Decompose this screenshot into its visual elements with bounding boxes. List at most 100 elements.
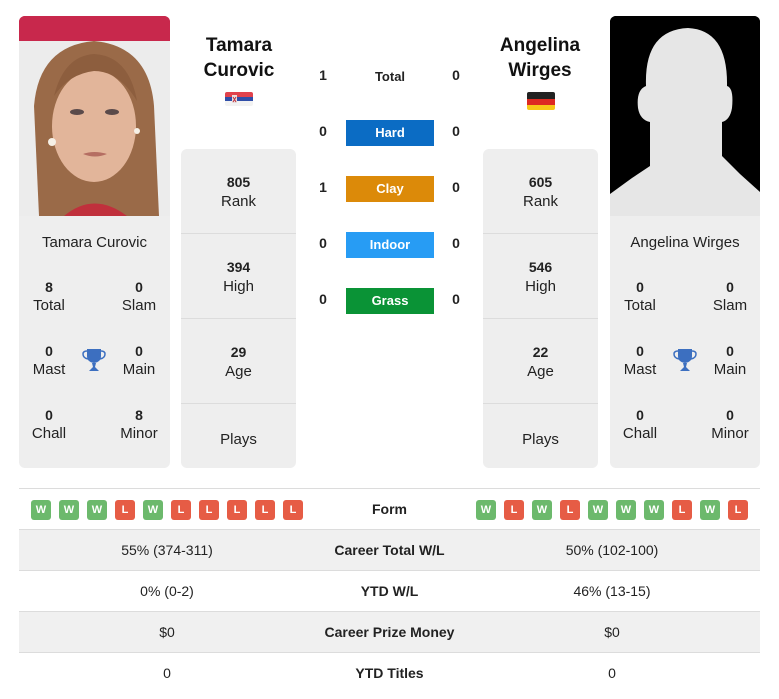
player2-ytd-wl: 46% (13-15)	[573, 583, 651, 599]
form-loss-badge[interactable]: L	[115, 500, 135, 520]
form-loss-badge[interactable]: L	[171, 500, 191, 520]
last-name: Curovic	[203, 60, 275, 81]
form-win-badge[interactable]: W	[143, 500, 163, 520]
player1-card: Tamara Curovic 8 Total 0 Slam 0 Mast 0 M…	[19, 16, 170, 468]
player1-titles-chall: 0 Chall	[19, 406, 79, 444]
value: 0	[726, 407, 734, 423]
player2-career-wl: 50% (102-100)	[565, 542, 659, 558]
surface-hard-button[interactable]: Hard	[346, 120, 434, 146]
value: 394	[226, 259, 251, 275]
h2h-total-p2: 0	[452, 67, 460, 83]
h2h-indoor-p2: 0	[452, 235, 460, 251]
label: Age	[527, 363, 554, 380]
label: Slam	[121, 297, 157, 314]
form-win-badge[interactable]: W	[588, 500, 608, 520]
player1-name-link[interactable]: Tamara Curovic	[164, 33, 314, 83]
surface-grass-button[interactable]: Grass	[346, 288, 434, 314]
h2h-grass-p1: 0	[319, 291, 327, 307]
label: Total	[624, 297, 656, 314]
label: Main	[713, 361, 747, 378]
value: 0	[45, 407, 53, 423]
label: Mast	[623, 361, 657, 378]
form-win-badge[interactable]: W	[31, 500, 51, 520]
label: Minor	[711, 425, 749, 442]
h2h-indoor-p1: 0	[319, 235, 327, 251]
h2h-grass-p2: 0	[452, 291, 460, 307]
h2h-hard-p2: 0	[452, 123, 460, 139]
value: 546	[528, 259, 553, 275]
form-win-badge[interactable]: W	[700, 500, 720, 520]
form-loss-badge[interactable]: L	[255, 500, 275, 520]
form-loss-badge[interactable]: L	[728, 500, 748, 520]
comparison-table: WWWLWLLLLL Form WLWLWWWLWL 55% (374-311)…	[19, 488, 760, 694]
label: Minor	[120, 425, 158, 442]
form-loss-badge[interactable]: L	[504, 500, 524, 520]
serbia-flag-icon	[225, 92, 253, 106]
form-loss-badge[interactable]: L	[199, 500, 219, 520]
player2-rank-panel: 605 Rank 546 High 22 Age Plays	[483, 149, 598, 468]
label: Mast	[32, 361, 66, 378]
surface-indoor-button[interactable]: Indoor	[346, 232, 434, 258]
player1-prize-money: $0	[159, 624, 175, 640]
player1-card-name: Tamara Curovic	[41, 234, 148, 251]
player2-titles-total: 0 Total	[610, 278, 670, 316]
player1-titles-total: 8 Total	[19, 278, 79, 316]
player1-titles-mast: 0 Mast	[19, 342, 79, 380]
h2h-total-p1: 1	[319, 67, 327, 83]
trophy-icon	[673, 347, 697, 373]
value: 805	[226, 174, 251, 190]
value: 0	[636, 407, 644, 423]
prize-money-row: $0 Career Prize Money $0	[19, 612, 760, 653]
label: Main	[122, 361, 156, 378]
player2-photo[interactable]	[610, 16, 760, 216]
player1-form: WWWLWLLLLL	[31, 500, 303, 520]
value: 22	[532, 344, 549, 360]
silhouette-placeholder-icon	[610, 16, 760, 216]
player2-card: Angelina Wirges 0 Total 0 Slam 0 Mast 0 …	[610, 16, 760, 468]
form-loss-badge[interactable]: L	[560, 500, 580, 520]
label: Plays	[220, 431, 257, 448]
player2-form: WLWLWWWLWL	[476, 500, 748, 520]
form-loss-badge[interactable]: L	[283, 500, 303, 520]
form-win-badge[interactable]: W	[476, 500, 496, 520]
value: 605	[528, 174, 553, 190]
player1-ytd-titles: 0	[163, 665, 171, 681]
last-name: Wirges	[508, 60, 572, 81]
player1-titles-main: 0 Main	[109, 342, 169, 380]
player1-plays: Plays	[181, 404, 296, 489]
label: Slam	[712, 297, 748, 314]
career-wl-label: Career Total W/L	[334, 542, 445, 558]
form-win-badge[interactable]: W	[59, 500, 79, 520]
form-win-badge[interactable]: W	[87, 500, 107, 520]
player1-titles-minor: 8 Minor	[109, 406, 169, 444]
label: High	[223, 278, 254, 295]
ytd-titles-label: YTD Titles	[355, 665, 424, 681]
player2-name-link[interactable]: Angelina Wirges	[465, 33, 615, 83]
player1-career-wl: 55% (374-311)	[121, 542, 213, 558]
player1-rank-panel: 805 Rank 394 High 29 Age Plays	[181, 149, 296, 468]
form-win-badge[interactable]: W	[616, 500, 636, 520]
h2h-hard-p1: 0	[319, 123, 327, 139]
label: Total	[33, 297, 65, 314]
value: 8	[135, 407, 143, 423]
player2-high: 546 High	[483, 234, 598, 319]
value: 29	[230, 344, 247, 360]
label: Rank	[220, 193, 257, 210]
form-loss-badge[interactable]: L	[227, 500, 247, 520]
player2-age: 22 Age	[483, 319, 598, 404]
player1-rank: 805 Rank	[181, 149, 296, 234]
value: 0	[636, 343, 644, 359]
value: 0	[135, 343, 143, 359]
player1-photo[interactable]	[19, 16, 170, 216]
ytd-wl-row: 0% (0-2) YTD W/L 46% (13-15)	[19, 571, 760, 612]
label: Chall	[31, 425, 67, 442]
form-win-badge[interactable]: W	[644, 500, 664, 520]
player2-rank: 605 Rank	[483, 149, 598, 234]
h2h-clay-p2: 0	[452, 179, 460, 195]
ytd-wl-label: YTD W/L	[360, 583, 419, 599]
form-win-badge[interactable]: W	[532, 500, 552, 520]
trophy-icon	[82, 347, 106, 373]
surface-clay-button[interactable]: Clay	[346, 176, 434, 202]
value: 8	[45, 279, 53, 295]
form-loss-badge[interactable]: L	[672, 500, 692, 520]
